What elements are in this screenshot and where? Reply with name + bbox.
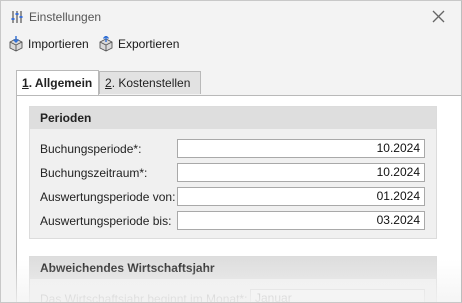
title-bar: Einstellungen: [1, 1, 461, 31]
field-label: Auswertungsperiode von:: [40, 190, 176, 204]
import-button[interactable]: Importieren: [8, 35, 89, 53]
tab-allgemein[interactable]: 1. Allgemein: [16, 70, 99, 95]
import-label: Importieren: [28, 37, 89, 51]
export-label: Exportieren: [118, 37, 180, 51]
field-label: Buchungsperiode*:: [40, 142, 142, 156]
tab-strip: 1. Allgemein 2. Kostenstellen: [16, 70, 456, 95]
group-wirtschaftsjahr: Abweichendes Wirtschaftsjahr Das Wirtsch…: [29, 256, 437, 303]
export-button[interactable]: Exportieren: [98, 35, 179, 53]
tab-panel-allgemein: Perioden Buchungsperiode*: 10.2024 Buchu…: [16, 95, 461, 303]
group-header: Perioden: [30, 107, 436, 129]
toolbar: Importieren Exportieren: [1, 31, 461, 57]
auswertung-bis-field[interactable]: 03.2024: [177, 211, 425, 230]
row-buchungszeitraum: Buchungszeitraum*: 10.2024: [40, 163, 428, 183]
field-label: Das Wirtschaftsjahr beginnt im Monat*:: [40, 292, 248, 303]
group-perioden: Perioden Buchungsperiode*: 10.2024 Buchu…: [29, 106, 437, 239]
tab-kostenstellen[interactable]: 2. Kostenstellen: [99, 71, 201, 94]
auswertung-von-field[interactable]: 01.2024: [177, 187, 425, 206]
row-auswertung-von: Auswertungsperiode von: 01.2024: [40, 187, 428, 207]
field-label: Buchungszeitraum*:: [40, 166, 148, 180]
row-auswertung-bis: Auswertungsperiode bis: 03.2024: [40, 211, 428, 231]
row-buchungsperiode: Buchungsperiode*: 10.2024: [40, 139, 428, 159]
wirtschaftsjahr-month-select[interactable]: Januar: [250, 289, 425, 302]
field-label: Auswertungsperiode bis:: [40, 214, 172, 228]
close-icon[interactable]: [432, 10, 445, 23]
settings-dialog: Einstellungen Importieren Exportieren 1 …: [0, 0, 462, 303]
tab-label: . Kostenstellen: [111, 76, 191, 90]
group-header: Abweichendes Wirtschaftsjahr: [30, 257, 436, 279]
tab-hotkey: 1: [22, 76, 29, 90]
row-wirtschaftsjahr-beginn: Das Wirtschaftsjahr beginnt im Monat*: J…: [40, 289, 428, 303]
buchungsperiode-field[interactable]: 10.2024: [177, 139, 425, 158]
window-title: Einstellungen: [29, 10, 102, 24]
tab-label: . Allgemein: [28, 76, 93, 90]
tab-hotkey: 2: [105, 76, 112, 90]
box-import-icon: [9, 36, 23, 52]
sliders-icon: [11, 11, 23, 23]
box-export-icon: [99, 36, 113, 52]
buchungszeitraum-field[interactable]: 10.2024: [177, 163, 425, 182]
